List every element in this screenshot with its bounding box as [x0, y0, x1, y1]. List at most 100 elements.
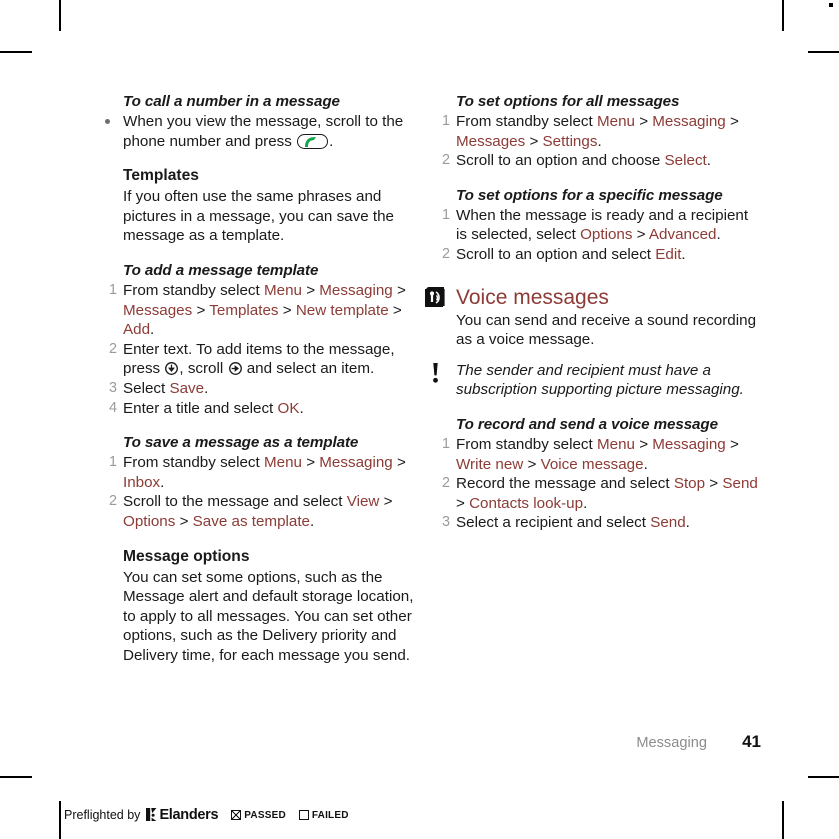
preflight-failed: FAILED — [298, 809, 349, 821]
bullet-text-before: When you view the message, scroll to the… — [123, 113, 404, 150]
step-item: When the message is ready and a recipien… — [437, 206, 761, 245]
step-plain-text: . — [150, 321, 155, 339]
menu-path-token: Options — [123, 512, 176, 530]
preflight-brand-name: Elanders — [159, 807, 219, 823]
step-text-middle: , scroll — [179, 360, 224, 378]
menu-path-token: Messages — [456, 132, 526, 150]
menu-path-token: Messaging — [652, 435, 726, 453]
step-plain-text: . — [204, 379, 209, 397]
step-plain-text: > — [525, 132, 543, 150]
step-item: From standby select Menu > Messaging > I… — [104, 453, 423, 492]
note-text: The sender and recipient must have a sub… — [456, 361, 744, 399]
step-item: From standby select Menu > Messaging > W… — [437, 435, 761, 474]
heading-message-options: Message options — [123, 547, 250, 565]
step-plain-text: . — [583, 494, 588, 512]
menu-path-token: New template — [295, 301, 389, 319]
step-text: Scroll to the message and select View > … — [123, 493, 392, 530]
menu-path-token: Send — [650, 514, 686, 532]
heading-templates: Templates — [123, 167, 199, 185]
menu-path-token: Menu — [596, 435, 635, 453]
footer-chapter-name: Messaging — [636, 735, 707, 751]
step-plain-text: . — [716, 226, 721, 244]
step-plain-text: Scroll to an option and select — [456, 245, 656, 263]
step-text: Scroll to an option and select Edit. — [456, 246, 686, 263]
menu-path-token: OK — [277, 399, 300, 417]
step-plain-text: From standby select — [456, 435, 597, 453]
menu-path-token: Messaging — [652, 113, 726, 130]
note-voice-subscription: The sender and recipient must have a sub… — [433, 361, 761, 400]
step-plain-text: > — [388, 301, 402, 319]
left-column: To call a number in a message When you v… — [104, 92, 423, 665]
step-text: From standby select Menu > Messaging > W… — [456, 436, 739, 473]
paragraph-voice-intro: You can send and receive a sound recordi… — [456, 311, 757, 349]
scroll-right-key-icon — [228, 361, 242, 376]
step-plain-text: > — [725, 113, 739, 130]
step-plain-text: > — [392, 281, 406, 299]
preflight-label: Preflighted by — [64, 808, 141, 822]
menu-path-token: Menu — [263, 454, 302, 472]
step-plain-text: From standby select — [123, 454, 264, 472]
preflight-failed-label: FAILED — [311, 809, 349, 821]
menu-path-token: Edit — [655, 245, 682, 263]
step-text: From standby select Menu > Messaging > M… — [123, 282, 406, 338]
step-plain-text: Select a recipient and select — [456, 514, 651, 532]
step-item: Enter text. To add items to the message,… — [104, 340, 423, 379]
menu-path-token: Inbox — [123, 473, 161, 491]
step-item: Scroll to the message and select View > … — [104, 492, 423, 531]
step-plain-text: . — [685, 514, 690, 532]
step-plain-text: > — [456, 494, 470, 512]
note-exclamation-icon — [430, 362, 441, 383]
menu-path-token: Options — [580, 226, 633, 244]
step-item: Select Save. — [104, 379, 423, 399]
menu-path-token: Menu — [263, 281, 302, 299]
step-item: From standby select Menu > Messaging > M… — [104, 281, 423, 340]
manual-page: To call a number in a message When you v… — [0, 0, 839, 839]
elanders-logo-icon — [146, 808, 157, 821]
menu-path-token: Settings — [542, 132, 598, 150]
step-text: When the message is ready and a recipien… — [456, 207, 748, 244]
step-text: From standby select Menu > Messaging > M… — [456, 113, 739, 150]
preflight-brand: Elanders — [146, 807, 219, 823]
step-plain-text: > — [634, 113, 653, 130]
step-text: Select a recipient and select Send. — [456, 514, 690, 531]
heading-record-voice: To record and send a voice message — [456, 415, 718, 433]
step-plain-text: Scroll to the message and select — [123, 493, 347, 511]
paragraph-message-options: You can set some options, such as the Me… — [123, 568, 414, 664]
step-plain-text: > — [278, 301, 296, 319]
step-plain-text: > — [725, 435, 739, 453]
step-plain-text: > — [192, 301, 210, 319]
step-plain-text: Record the message and select — [456, 475, 674, 493]
bullet-text-after: . — [329, 132, 334, 150]
step-text: From standby select Menu > Messaging > I… — [123, 454, 406, 491]
step-item: Scroll to an option and choose Select. — [437, 151, 761, 171]
voice-message-icon — [425, 286, 447, 309]
menu-path-token: Voice message — [540, 455, 644, 473]
menu-path-token: Messaging — [319, 281, 393, 299]
menu-path-token: Menu — [596, 113, 635, 130]
bullet-dot-icon — [105, 119, 110, 124]
step-plain-text: From standby select — [123, 281, 264, 299]
call-key-icon — [297, 133, 329, 149]
menu-path-token: Advanced — [648, 226, 717, 244]
step-text: Select Save. — [123, 380, 208, 397]
step-plain-text: . — [597, 132, 602, 150]
chapter-title-voice-messages: Voice messages — [456, 285, 609, 309]
step-text-suffix: and select an item. — [246, 360, 375, 378]
menu-path-token: Write new — [456, 455, 524, 473]
step-plain-text: . — [643, 455, 648, 473]
menu-path-token: Add — [123, 321, 151, 339]
page-footer: Messaging 41 — [123, 732, 761, 752]
right-column: To set options for all messages From sta… — [425, 92, 761, 533]
footer-page-number: 41 — [742, 732, 761, 751]
step-text: Enter a title and select OK. — [123, 400, 304, 417]
steps-options-all: From standby select Menu > Messaging > M… — [437, 112, 761, 171]
step-plain-text: > — [392, 454, 406, 472]
step-item: From standby select Menu > Messaging > M… — [437, 112, 761, 151]
heading-options-all: To set options for all messages — [456, 93, 680, 110]
